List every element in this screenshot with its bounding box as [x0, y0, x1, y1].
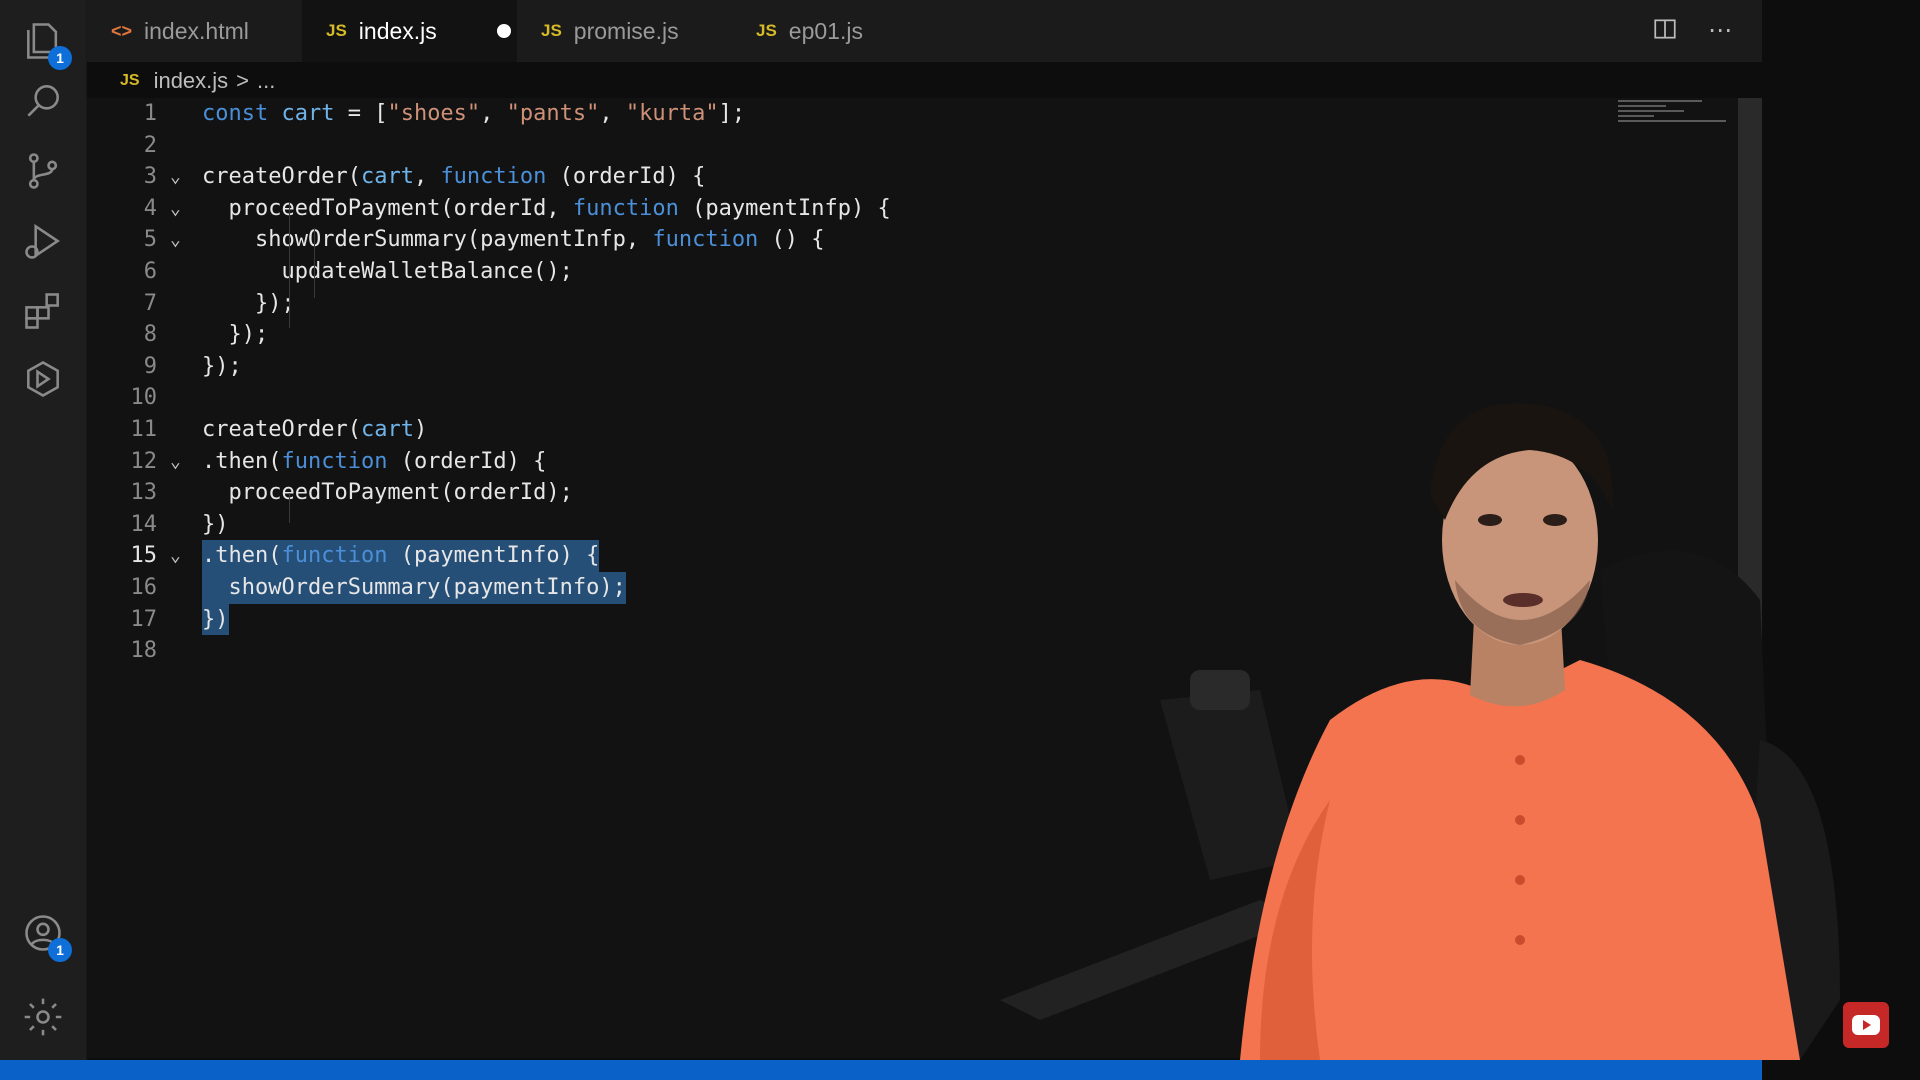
code-text[interactable]: })	[202, 509, 229, 541]
accounts-icon[interactable]: 1	[18, 908, 72, 962]
code-text[interactable]: .then(function (paymentInfo) {	[202, 540, 600, 572]
fold-chevron-icon[interactable]: ⌄	[170, 193, 181, 225]
js-file-icon: JS	[120, 72, 140, 89]
breadcrumb-symbol[interactable]: ...	[257, 68, 275, 94]
run-debug-icon[interactable]	[18, 216, 68, 266]
line-number: 17	[130, 606, 158, 632]
line-number: 4	[143, 195, 157, 221]
presenter-webcam	[1000, 403, 1840, 1060]
code-text[interactable]: });	[202, 351, 242, 383]
js-file-icon: JS	[326, 21, 347, 40]
tab-index-js[interactable]: JS index.js	[302, 0, 517, 62]
line-number: 13	[130, 480, 158, 506]
line-number: 8	[143, 322, 157, 348]
line-number: 16	[130, 574, 158, 600]
js-file-icon: JS	[541, 21, 562, 40]
line-number: 7	[143, 290, 157, 316]
line-number: 1	[143, 101, 157, 126]
fold-chevron-icon[interactable]: ⌄	[170, 540, 181, 572]
line-number: 12	[130, 448, 158, 474]
line-number: 9	[143, 353, 157, 379]
line-number: 11	[130, 416, 158, 442]
fold-chevron-icon[interactable]: ⌄	[170, 224, 181, 256]
more-actions-icon[interactable]: ⋯	[1708, 16, 1732, 44]
indent-guide	[289, 493, 290, 523]
code-text[interactable]: updateWalletBalance();	[202, 256, 572, 288]
minimap[interactable]	[1618, 100, 1738, 140]
line-number: 3	[143, 164, 157, 190]
code-text[interactable]: createOrder(cart)	[202, 414, 427, 446]
tab-label: index.js	[358, 17, 437, 44]
tab-ep01-js[interactable]: JS ep01.js	[732, 0, 947, 62]
explorer-badge: 1	[48, 46, 72, 70]
code-text[interactable]: proceedToPayment(orderId);	[202, 477, 572, 509]
youtube-subscribe-icon[interactable]	[1843, 1002, 1889, 1048]
tab-index-html[interactable]: <> index.html	[87, 0, 302, 62]
line-number: 14	[130, 511, 158, 537]
code-text[interactable]: showOrderSummary(paymentInfp, function (…	[202, 224, 825, 256]
accounts-badge: 1	[48, 938, 72, 962]
breadcrumb-file[interactable]: index.js	[154, 68, 229, 94]
line-number: 2	[143, 132, 157, 158]
code-text[interactable]: });	[202, 288, 295, 320]
fold-chevron-icon[interactable]: ⌄	[170, 446, 181, 478]
source-control-icon[interactable]	[18, 146, 68, 196]
line-number: 10	[130, 385, 158, 411]
unsaved-dot-icon[interactable]	[496, 24, 511, 38]
split-editor-icon[interactable]	[1652, 16, 1678, 42]
status-bar	[0, 1060, 1762, 1080]
search-icon[interactable]	[18, 76, 68, 126]
settings-gear-icon[interactable]	[18, 992, 68, 1042]
js-file-icon: JS	[756, 21, 777, 40]
extensions-icon[interactable]	[18, 286, 68, 336]
line-number: 6	[143, 258, 157, 284]
code-text[interactable]: proceedToPayment(orderId, function (paym…	[202, 193, 890, 225]
indent-guide	[314, 228, 315, 298]
remote-explorer-icon[interactable]	[18, 354, 68, 404]
code-text[interactable]: .then(function (orderId) {	[202, 446, 546, 478]
indent-guide	[289, 203, 290, 328]
code-text[interactable]: });	[202, 319, 268, 351]
tab-promise-js[interactable]: JS promise.js	[517, 0, 732, 62]
fold-chevron-icon[interactable]: ⌄	[170, 161, 181, 193]
breadcrumb-separator: >	[236, 68, 250, 93]
activity-bar: 1 1	[0, 0, 87, 1060]
code-text[interactable]: createOrder(cart, function (orderId) {	[202, 161, 705, 193]
line-number: 15	[130, 543, 158, 569]
explorer-icon[interactable]: 1	[18, 16, 72, 70]
breadcrumb: JS index.js > ...	[120, 66, 275, 96]
code-text[interactable]: showOrderSummary(paymentInfo);	[202, 571, 626, 604]
tab-bar: <> index.html JS index.js JS promise.js …	[87, 0, 1762, 62]
line-number: 5	[143, 227, 157, 253]
html-file-icon: <>	[111, 20, 133, 41]
code-text[interactable]: })	[202, 603, 229, 636]
line-number: 18	[130, 638, 158, 664]
tab-label: ep01.js	[788, 17, 863, 44]
tab-label: promise.js	[573, 17, 679, 44]
tab-label: index.html	[144, 17, 249, 44]
code-text[interactable]: const cart = ["shoes", "pants", "kurta"]…	[202, 98, 745, 130]
